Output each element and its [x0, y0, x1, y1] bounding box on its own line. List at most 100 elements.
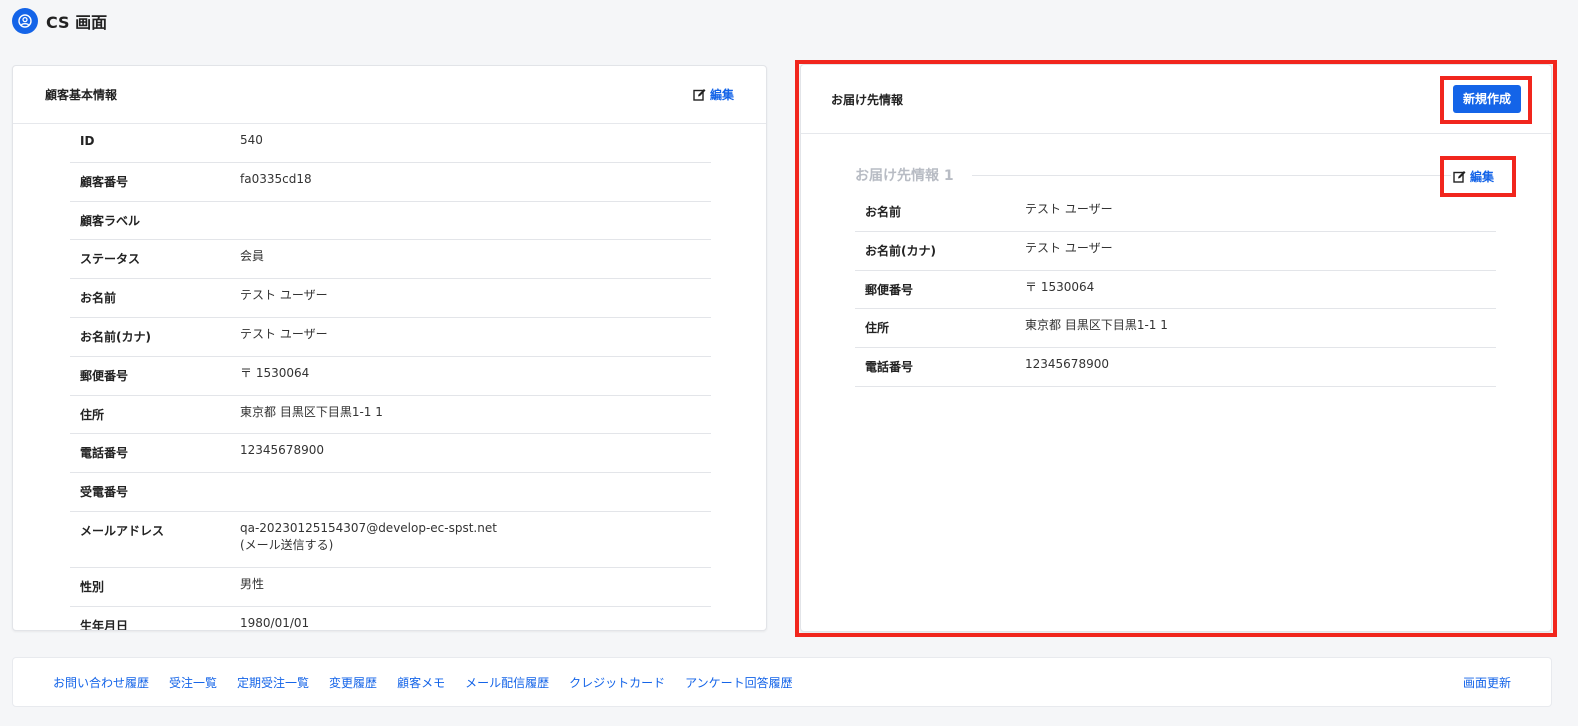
- row-label: メールアドレス: [80, 523, 165, 538]
- row-value: qa-20230125154307@develop-ec-spst.net (メー…: [240, 520, 711, 554]
- edit-icon: [1453, 171, 1466, 183]
- row-label: 郵便番号: [865, 282, 914, 297]
- row-value-text: テスト ユーザー: [1025, 202, 1113, 216]
- row-value: 会員: [240, 248, 711, 265]
- row-label: 住所: [865, 321, 890, 336]
- table-row: 住所 東京都 目黒区下目黒1-1 1: [855, 309, 1496, 349]
- footer-tabs: お問い合わせ履歴 受注一覧 定期受注一覧 変更履歴 顧客メモ メール配信履歴 クレジットカー…: [53, 674, 1463, 691]
- row-value-text: テスト ユーザー: [1025, 240, 1113, 255]
- row-value-text: 12345678900: [240, 443, 324, 458]
- table-row: 顧客番号 fa0335cd18: [70, 163, 711, 202]
- delivery-info-header: お届け先情報 新規作成: [801, 65, 1551, 134]
- row-label: 受電番号: [80, 485, 129, 500]
- row-value-text: 540: [240, 133, 263, 147]
- footer-tab[interactable]: 変更履歴: [329, 674, 377, 691]
- row-label: 郵便番号: [80, 368, 129, 383]
- customer-info-header: 顧客基本情報 編集: [13, 66, 766, 124]
- row-label: 顧客番号: [80, 174, 129, 189]
- row-value-text: 東京都 目黒区下目黒1-1 1: [240, 404, 383, 419]
- row-label: 生年月日: [80, 618, 129, 631]
- delivery-info-card: お届け先情報 新規作成 お届け先情報 1 編集 お名前 テスト ユーザー お名前(カ…: [800, 64, 1552, 632]
- row-label: 電話番号: [865, 360, 914, 375]
- row-label: お名前: [865, 205, 902, 219]
- table-row: 電話番号 12345678900: [70, 434, 711, 474]
- row-value: テスト ユーザー: [240, 326, 711, 343]
- footer-tab[interactable]: 定期受注一覧: [237, 674, 309, 691]
- table-row: お名前(カナ) テスト ユーザー: [855, 232, 1496, 271]
- new-delivery-button[interactable]: 新規作成: [1452, 85, 1521, 113]
- table-row: ID 540: [70, 124, 711, 163]
- footer-tab[interactable]: 顧客メモ: [397, 674, 445, 691]
- row-value: 〒 1530064: [1025, 279, 1496, 296]
- row-value: 東京都 目黒区下目黒1-1 1: [1025, 317, 1496, 334]
- footer-tab[interactable]: アンケート回答履歴: [685, 674, 793, 691]
- row-value-text: 会員: [240, 249, 265, 264]
- row-label: 電話番号: [80, 446, 129, 461]
- row-value: テスト ユーザー: [240, 287, 711, 304]
- delivery-edit-label: 編集: [1470, 170, 1495, 184]
- row-value: 東京都 目黒区下目黒1-1 1: [240, 404, 711, 421]
- delivery-edit-button[interactable]: 編集: [1453, 168, 1494, 185]
- row-label: お名前: [80, 291, 117, 306]
- row-label: 性別: [80, 579, 105, 594]
- table-row: メールアドレス qa-20230125154307@develop-ec-spst…: [70, 512, 711, 568]
- footer-nav: お問い合わせ履歴 受注一覧 定期受注一覧 変更履歴 顧客メモ メール配信履歴 クレジットカー…: [12, 657, 1552, 707]
- customer-info-card: 顧客基本情報 編集 ID 540 顧客番号 fa0335cd18 顧客ラベルステータス 会…: [12, 65, 767, 631]
- footer-tab[interactable]: お問い合わせ履歴: [53, 674, 149, 691]
- row-value: fa0335cd18: [240, 171, 711, 188]
- row-value-note: (メール送信する): [240, 537, 334, 552]
- row-value-text: 〒 1530064: [240, 365, 310, 380]
- row-value: 12345678900: [240, 442, 711, 459]
- row-value: 男性: [240, 576, 711, 593]
- row-value-text: qa-20230125154307@develop-ec-spst.net: [240, 520, 497, 535]
- footer-tab[interactable]: 受注一覧: [169, 674, 217, 691]
- table-row: 顧客ラベル: [70, 202, 711, 241]
- section-divider: [971, 174, 1451, 176]
- table-row: お名前 テスト ユーザー: [70, 279, 711, 318]
- page-title: CS 画面: [46, 13, 108, 32]
- row-value-text: 1980/01/01: [240, 615, 310, 630]
- table-row: 生年月日 1980/01/01: [70, 607, 711, 631]
- row-label: ステータス: [80, 252, 141, 267]
- table-row: お名前 テスト ユーザー: [855, 193, 1496, 232]
- row-label: 顧客ラベル: [80, 213, 141, 228]
- page-header: CS 画面: [12, 8, 107, 34]
- row-label: お名前(カナ): [80, 329, 151, 344]
- customer-edit-button[interactable]: 編集: [693, 86, 734, 103]
- row-value-text: テスト ユーザー: [240, 288, 328, 303]
- row-value: 12345678900: [1025, 356, 1496, 373]
- customer-info-table: ID 540 顧客番号 fa0335cd18 顧客ラベル ステータス 会員 お名前 テスト ユー…: [70, 124, 711, 631]
- table-row: 受電番号: [70, 473, 711, 512]
- row-value: 1980/01/01: [240, 615, 711, 630]
- table-row: お名前(カナ) テスト ユーザー: [70, 318, 711, 357]
- user-circle-icon: [12, 8, 38, 34]
- footer-tab[interactable]: メール配信履歴: [465, 674, 549, 691]
- row-value-text: 東京都 目黒区下目黒1-1 1: [1025, 318, 1168, 333]
- table-row: 住所 東京都 目黒区下目黒1-1 1: [70, 396, 711, 435]
- delivery-section-title: お届け先情報 1: [855, 165, 1451, 185]
- row-value: 〒 1530064: [240, 365, 711, 382]
- delivery-info-title: お届け先情報: [831, 92, 904, 107]
- row-value-text: 〒 1530064: [1025, 279, 1095, 294]
- delivery-section-label: お届け先情報 1: [855, 168, 954, 184]
- table-row: 郵便番号 〒 1530064: [855, 271, 1496, 310]
- row-label: ID: [80, 134, 95, 148]
- edit-icon: [693, 89, 706, 101]
- footer-tab[interactable]: クレジットカード: [569, 674, 665, 691]
- table-row: 電話番号 12345678900: [855, 348, 1496, 387]
- table-row: 性別 男性: [70, 568, 711, 607]
- row-label: 住所: [80, 407, 105, 422]
- row-value-text: テスト ユーザー: [240, 326, 328, 341]
- row-value: テスト ユーザー: [1025, 201, 1496, 218]
- delivery-info-table: お名前 テスト ユーザー お名前(カナ) テスト ユーザー 郵便番号〒 1530064 住…: [855, 193, 1496, 387]
- row-value: 540: [240, 132, 711, 149]
- row-value-text: fa0335cd18: [240, 171, 312, 186]
- customer-edit-label: 編集: [709, 88, 734, 102]
- table-row: ステータス 会員: [70, 240, 711, 280]
- customer-info-title: 顧客基本情報: [45, 88, 118, 102]
- row-value-text: 男性: [240, 576, 265, 591]
- row-value-text: 12345678900: [1025, 357, 1109, 372]
- row-value: テスト ユーザー: [1025, 240, 1496, 257]
- refresh-button[interactable]: 画面更新: [1463, 674, 1511, 691]
- row-label: お名前(カナ): [865, 243, 936, 258]
